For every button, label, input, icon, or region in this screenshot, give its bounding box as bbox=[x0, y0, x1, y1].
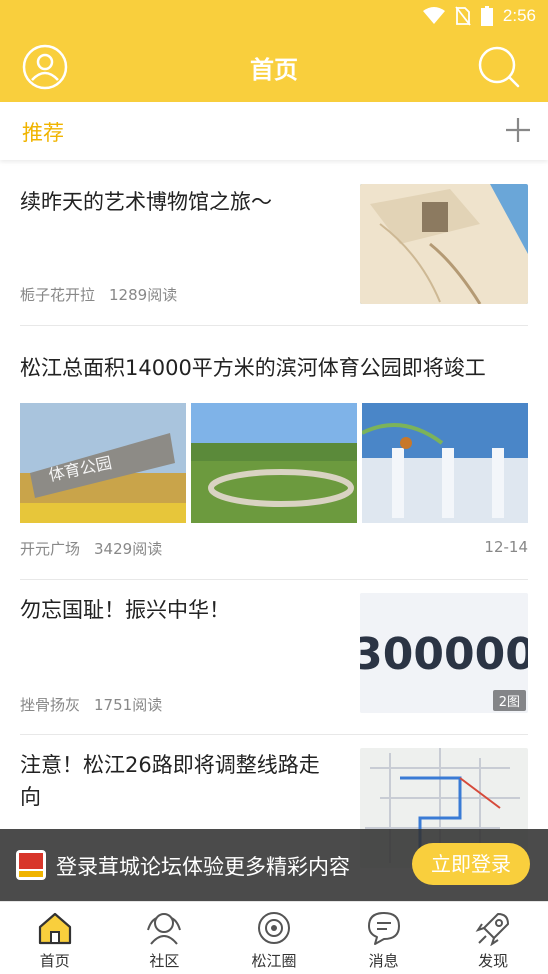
nav-label: 社区 bbox=[149, 952, 180, 970]
status-icons: 2:56 bbox=[422, 6, 536, 26]
article-thumbnail bbox=[360, 184, 528, 304]
thumbnail-number-text: 300000 bbox=[360, 629, 528, 680]
nav-item-messages[interactable]: 消息 bbox=[329, 902, 439, 974]
add-channel-icon[interactable] bbox=[504, 116, 532, 144]
article-meta: 挫骨扬灰 1751阅读 bbox=[20, 694, 162, 715]
article-meta: 开元广场 3429阅读 bbox=[20, 538, 162, 559]
article-title: 注意！松江26路即将调整线路走向 bbox=[20, 753, 320, 809]
nav-item-discover[interactable]: 发现 bbox=[438, 902, 548, 974]
nav-label: 首页 bbox=[39, 952, 70, 970]
nav-item-community[interactable]: 社区 bbox=[110, 902, 220, 974]
login-banner: 登录茸城论坛体验更多精彩内容 立即登录 bbox=[0, 829, 548, 901]
article-author: 开元广场 bbox=[20, 540, 81, 558]
discover-icon bbox=[475, 913, 510, 946]
article-title: 松江总面积14000平方米的滨河体育公园即将竣工 bbox=[20, 356, 486, 380]
article-date: 12-14 bbox=[484, 538, 528, 556]
songjiang-circle-icon bbox=[257, 912, 290, 944]
forum-logo-icon bbox=[16, 850, 46, 880]
article-title: 勿忘国耻！振兴中华！ bbox=[20, 598, 230, 622]
article-title: 续昨天的艺术博物馆之旅～ bbox=[20, 190, 272, 214]
article-feed[interactable]: 续昨天的艺术博物馆之旅～ 栀子花开拉 1289阅读 松江总面积14000平方米的… bbox=[0, 160, 548, 900]
image-count-badge: 2图 bbox=[492, 690, 526, 711]
home-icon bbox=[38, 912, 71, 945]
search-icon[interactable] bbox=[476, 44, 522, 90]
no-sim-icon bbox=[455, 6, 471, 26]
article-thumbnail: 300000 2图 bbox=[360, 593, 528, 713]
article-card[interactable]: 松江总面积14000平方米的滨河体育公园即将竣工 体育公园 开元广场 3429阅… bbox=[20, 326, 528, 580]
article-author: 挫骨扬灰 bbox=[20, 696, 81, 714]
bottom-nav: 首页 社区 松江圈 消息 发现 bbox=[0, 901, 548, 974]
article-image bbox=[362, 403, 528, 523]
app-header: 首页 bbox=[0, 34, 548, 102]
message-icon bbox=[367, 912, 400, 945]
community-icon bbox=[147, 913, 182, 945]
login-prompt-text: 登录茸城论坛体验更多精彩内容 bbox=[56, 855, 350, 879]
article-image bbox=[191, 403, 357, 523]
page-title: 首页 bbox=[250, 56, 298, 84]
article-reads: 3429阅读 bbox=[94, 540, 163, 558]
article-author: 栀子花开拉 bbox=[20, 286, 96, 304]
article-card[interactable]: 勿忘国耻！振兴中华！ 挫骨扬灰 1751阅读 300000 2图 bbox=[20, 580, 528, 735]
tab-recommend[interactable]: 推荐 bbox=[22, 117, 64, 147]
article-card[interactable]: 续昨天的艺术博物馆之旅～ 栀子花开拉 1289阅读 bbox=[20, 172, 528, 326]
nav-item-home[interactable]: 首页 bbox=[0, 902, 110, 974]
article-meta: 栀子花开拉 1289阅读 bbox=[20, 284, 177, 305]
nav-item-songjiang-circle[interactable]: 松江圈 bbox=[219, 902, 329, 974]
article-reads: 1289阅读 bbox=[109, 286, 178, 304]
login-button[interactable]: 立即登录 bbox=[412, 843, 530, 885]
status-time: 2:56 bbox=[502, 6, 536, 25]
article-image: 体育公园 bbox=[20, 403, 186, 523]
battery-icon bbox=[480, 6, 493, 26]
wifi-icon bbox=[422, 7, 445, 24]
channel-bar: 推荐 bbox=[0, 102, 548, 160]
status-bar: 2:56 bbox=[0, 0, 548, 34]
nav-label: 消息 bbox=[368, 952, 399, 970]
nav-label: 发现 bbox=[478, 952, 509, 970]
nav-label: 松江圈 bbox=[251, 952, 297, 970]
article-reads: 1751阅读 bbox=[94, 696, 163, 714]
